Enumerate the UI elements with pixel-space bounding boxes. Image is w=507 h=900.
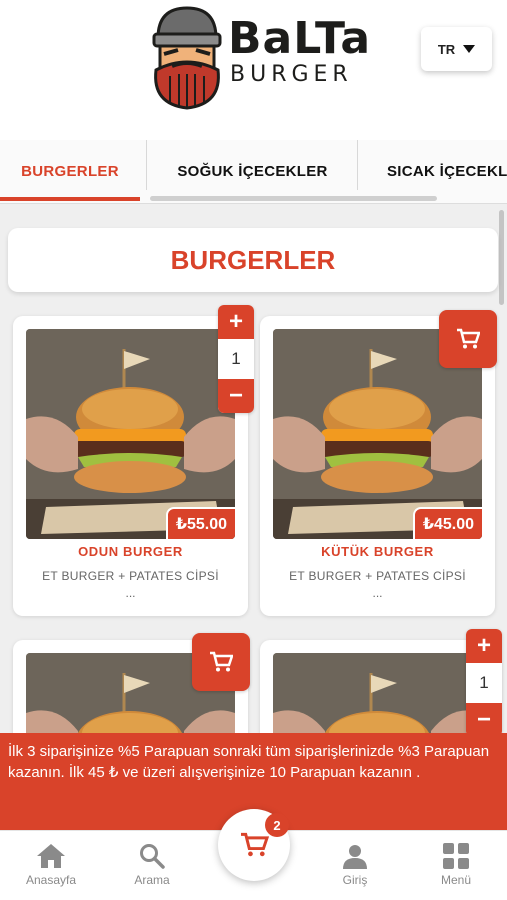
- app-header: BaLTa BURGER TR: [0, 0, 507, 140]
- product-description: ET BURGER + PATATES CİPSİ: [289, 569, 466, 583]
- increase-quantity-button[interactable]: +: [466, 629, 502, 663]
- tab-burgerler[interactable]: BURGERLER: [0, 140, 140, 202]
- grid-menu-icon: [443, 843, 469, 869]
- caret-down-icon: [463, 45, 476, 53]
- tab-sicak-icecekler[interactable]: SICAK İÇECEKL: [366, 140, 507, 202]
- language-value: TR: [437, 41, 456, 57]
- category-tabs: BURGERLER SOĞUK İÇECEKLER SICAK İÇECEKL: [0, 140, 507, 204]
- nav-home[interactable]: Anasayfa: [11, 843, 91, 887]
- product-image[interactable]: ₺55.00: [26, 329, 235, 539]
- user-icon: [343, 845, 367, 869]
- add-to-cart-button[interactable]: [192, 633, 250, 691]
- tabs-scrollbar[interactable]: [150, 196, 437, 201]
- nav-login-label: Giriş: [342, 873, 368, 887]
- cart-icon: [241, 832, 269, 857]
- category-title: BURGERLER: [8, 228, 498, 292]
- nav-search-label: Arama: [134, 873, 170, 887]
- product-card[interactable]: ₺55.00 ODUN BURGER ET BURGER + PATATES C…: [13, 316, 248, 616]
- brand-subtitle: BURGER: [230, 62, 353, 87]
- tab-soguk-icecekler[interactable]: SOĞUK İÇECEKLER: [150, 140, 355, 202]
- brand-logo[interactable]: BaLTa BURGER: [148, 4, 372, 112]
- nav-login[interactable]: Giriş: [315, 843, 395, 887]
- active-tab-indicator: [0, 197, 140, 201]
- bottom-navigation: Anasayfa Arama 2 Giriş Menü: [0, 809, 507, 900]
- tab-divider: [146, 140, 147, 190]
- decrease-quantity-button[interactable]: −: [218, 379, 254, 413]
- product-description-more: ...: [372, 586, 383, 600]
- brand-name: BaLTa: [228, 13, 372, 64]
- product-name[interactable]: KÜTÜK BURGER: [260, 544, 495, 559]
- quantity-stepper[interactable]: + 1 −: [218, 305, 254, 413]
- quantity-value: 1: [231, 349, 241, 368]
- quantity-stepper[interactable]: + 1 −: [466, 629, 502, 737]
- product-description: ET BURGER + PATATES CİPSİ: [42, 569, 219, 583]
- quantity-value: 1: [479, 673, 489, 692]
- nav-search[interactable]: Arama: [112, 843, 192, 887]
- content-scrollbar[interactable]: [499, 210, 504, 305]
- increase-quantity-button[interactable]: +: [218, 305, 254, 339]
- price-tag: ₺45.00: [412, 507, 482, 539]
- product-name[interactable]: ODUN BURGER: [13, 544, 248, 559]
- cart-count-badge: 2: [265, 813, 289, 837]
- search-icon: [140, 844, 165, 869]
- add-to-cart-button[interactable]: [439, 310, 497, 368]
- decrease-quantity-button[interactable]: −: [466, 703, 502, 737]
- price-tag: ₺55.00: [165, 507, 235, 539]
- cart-icon: [457, 328, 480, 349]
- language-selector[interactable]: TR: [421, 27, 492, 71]
- cart-icon: [210, 651, 233, 672]
- home-icon: [37, 844, 65, 868]
- nav-home-label: Anasayfa: [25, 873, 77, 887]
- product-description-more: ...: [125, 586, 136, 600]
- lumberjack-mascot-icon: [152, 6, 222, 110]
- nav-menu-label: Menü: [440, 873, 472, 887]
- nav-menu[interactable]: Menü: [416, 843, 496, 887]
- tab-divider: [357, 140, 358, 190]
